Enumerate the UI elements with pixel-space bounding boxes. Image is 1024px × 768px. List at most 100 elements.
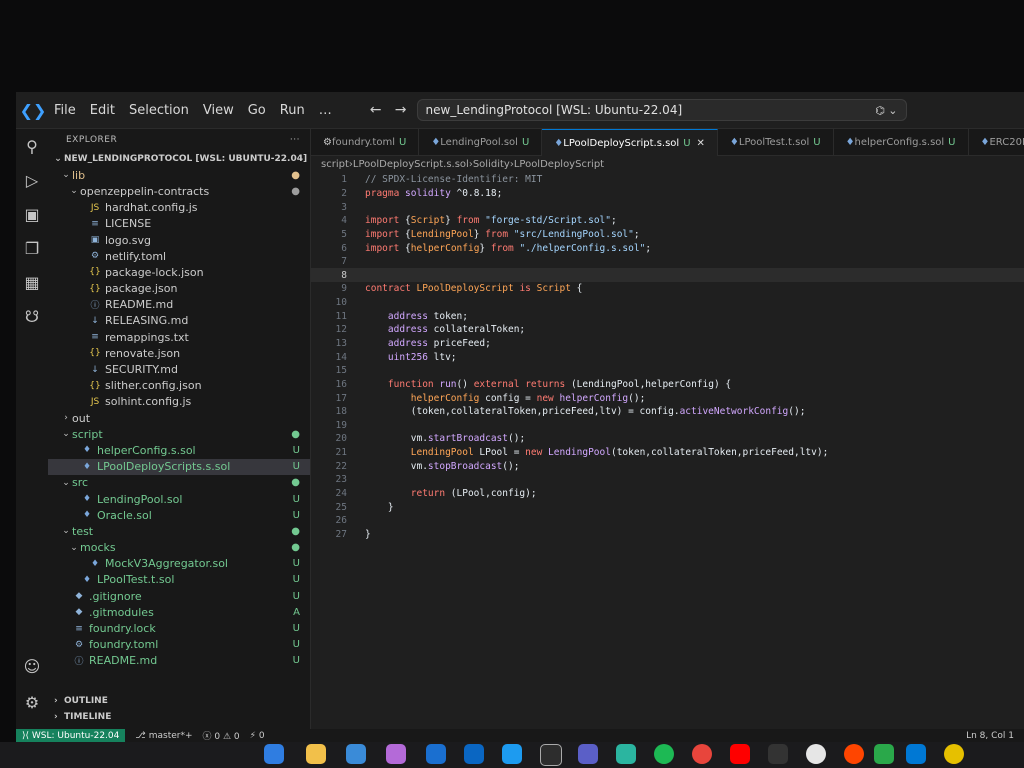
file-item[interactable]: ⚙ netlify.toml [48, 248, 310, 264]
workspace-root[interactable]: ⌄ NEW_LENDINGPROTOCOL [WSL: UBUNTU-22.04… [48, 151, 310, 167]
file-explorer-icon[interactable] [306, 744, 326, 764]
github-icon[interactable] [806, 744, 826, 764]
twitter-icon[interactable] [502, 744, 522, 764]
chatgpt-icon[interactable] [540, 744, 562, 766]
youtube-icon[interactable] [730, 744, 750, 764]
folder-item[interactable]: ⌄ src ● [48, 475, 310, 491]
code-token: new [525, 447, 543, 459]
vscode-taskbar-icon[interactable] [906, 744, 926, 764]
ports-indicator[interactable]: ⚡ 0 [250, 731, 265, 741]
chrome-icon[interactable] [692, 744, 712, 764]
file-item[interactable]: ⚙ foundry.toml U [48, 637, 310, 653]
branch-label[interactable]: master*+ [149, 731, 193, 741]
store-icon[interactable] [346, 744, 366, 764]
account-icon[interactable]: ☺ [16, 649, 48, 683]
file-item[interactable]: ♦ LendingPool.sol U [48, 491, 310, 507]
outlook-icon[interactable] [426, 744, 446, 764]
file-item[interactable]: ◆ .gitmodules A [48, 604, 310, 620]
code-token: // SPDX-License-Identifier: MIT [365, 174, 543, 186]
code-line: 1 // SPDX-License-Identifier: MIT [311, 173, 1024, 187]
menu-item[interactable]: View [203, 103, 234, 118]
file-item[interactable]: {} package.json [48, 281, 310, 297]
code-editor[interactable]: 1 // SPDX-License-Identifier: MIT 2 pragma … [311, 173, 1024, 541]
settings-gear-icon[interactable]: ⚙ [16, 685, 48, 719]
menu-item[interactable]: File [54, 103, 76, 118]
folder-item[interactable]: ⌄ lib ● [48, 167, 310, 183]
folder-item[interactable]: ⌄ test ● [48, 523, 310, 539]
copilot-icon[interactable]: ⌬ ⌄ [875, 104, 897, 117]
editor-tab[interactable]: ♦ helperConfig.s.sol U [834, 129, 969, 155]
line-number: 7 [341, 256, 347, 268]
folder-item[interactable]: ⌄ script ● [48, 426, 310, 442]
cursor-position[interactable]: Ln 8, Col 1 [966, 731, 1014, 741]
timeline-section[interactable]: › TIMELINE [48, 709, 316, 725]
folder-item[interactable]: ⌄ openzeppelin-contracts ● [48, 183, 310, 199]
file-item[interactable]: ≡ LICENSE [48, 216, 310, 232]
extensions-icon[interactable]: ▦ [16, 265, 48, 299]
menu-item[interactable]: … [319, 103, 332, 118]
remote-explorer-icon[interactable]: ▣ [16, 197, 48, 231]
file-item[interactable]: ▣ logo.svg [48, 232, 310, 248]
edge-icon[interactable] [616, 744, 636, 764]
file-item[interactable]: ♦ LPoolDeployScripts.s.sol U [48, 458, 310, 475]
menu-item[interactable]: Go [248, 103, 266, 118]
source-control-icon[interactable]: ☋ [16, 299, 48, 333]
breadcrumb-item[interactable]: Solidity [473, 159, 510, 170]
breadcrumb-item[interactable]: LPoolDeployScript.s.sol [353, 159, 469, 170]
run-debug-icon[interactable]: ▷ [16, 163, 48, 197]
remote-indicator[interactable]: ⟩⟨ WSL: Ubuntu-22.04 [16, 729, 126, 742]
file-item[interactable]: {} renovate.json [48, 345, 310, 361]
file-item[interactable]: ≡ remappings.txt [48, 329, 310, 345]
file-item[interactable]: JS solhint.config.js [48, 394, 310, 410]
folder-item[interactable]: ⌄ mocks ● [48, 540, 310, 556]
spotify-icon[interactable] [654, 744, 674, 764]
code-line: 4 import {Script} from "forge-std/Script.… [311, 214, 1024, 228]
close-icon[interactable]: ✕ [697, 138, 705, 149]
terminal-icon[interactable] [768, 744, 788, 764]
menu-item[interactable]: Selection [129, 103, 189, 118]
breadcrumb-item[interactable]: script [321, 159, 349, 170]
reddit-icon[interactable] [844, 744, 864, 764]
editor-tab[interactable]: ♦ LPoolDeployScript.s.sol U ✕ [542, 129, 718, 156]
chevron-down-icon: ⌄ [62, 526, 70, 537]
command-center[interactable]: new_LendingProtocol [WSL: Ubuntu-22.04] … [416, 99, 907, 121]
windows-start-icon[interactable] [264, 744, 284, 764]
linkedin-icon[interactable] [464, 744, 484, 764]
file-item[interactable]: JS hardhat.config.js [48, 200, 310, 216]
file-item[interactable]: ♦ helperConfig.s.sol U [48, 442, 310, 458]
app-yellow-icon[interactable] [944, 744, 964, 764]
file-item[interactable]: ↓ SECURITY.md [48, 361, 310, 377]
code-token: (); [628, 392, 646, 404]
file-item[interactable]: ♦ MockV3Aggregator.sol U [48, 556, 310, 572]
folder-item[interactable]: › out [48, 410, 310, 426]
menu-item[interactable]: Run [280, 103, 305, 118]
line-number: 15 [335, 365, 347, 377]
line-number: 6 [341, 242, 347, 254]
file-item[interactable]: {} slither.config.json [48, 378, 310, 394]
editor-tab[interactable]: ♦ LendingPool.sol U [419, 129, 543, 155]
copilot-app-icon[interactable] [386, 744, 406, 764]
explorer-icon[interactable]: ⚲ [16, 129, 48, 163]
teams-icon[interactable] [578, 744, 598, 764]
breadcrumb-item[interactable]: LPoolDeployScript [514, 159, 604, 170]
file-item[interactable]: ⓘ README.md [48, 297, 310, 313]
back-arrow-icon[interactable]: ← [370, 102, 382, 118]
file-item[interactable]: {} package-lock.json [48, 264, 310, 280]
file-item[interactable]: ⓘ README.md U [48, 653, 310, 669]
menu-item[interactable]: Edit [90, 103, 115, 118]
file-item[interactable]: ≡ foundry.lock U [48, 620, 310, 636]
code-line: 25 } [311, 500, 1024, 514]
file-item[interactable]: ◆ .gitignore U [48, 588, 310, 604]
editor-tab[interactable]: ⚙ foundry.toml U [311, 129, 420, 155]
outline-section[interactable]: › OUTLINE [48, 693, 316, 709]
file-item[interactable]: ♦ Oracle.sol U [48, 507, 310, 523]
problems-indicator[interactable]: ⓧ 0 ⚠ 0 [203, 729, 240, 742]
editor-tab[interactable]: ♦ ERC20Mock.solM [969, 129, 1024, 155]
forward-arrow-icon[interactable]: → [395, 102, 407, 118]
app-green-icon[interactable] [874, 744, 894, 764]
files-icon[interactable]: ❐ [16, 231, 48, 265]
more-actions-icon[interactable]: ··· [290, 135, 300, 145]
editor-tab[interactable]: ♦ LPoolTest.t.sol U [718, 129, 834, 155]
file-item[interactable]: ♦ LPoolTest.t.sol U [48, 572, 310, 588]
file-item[interactable]: ↓ RELEASING.md [48, 313, 310, 329]
